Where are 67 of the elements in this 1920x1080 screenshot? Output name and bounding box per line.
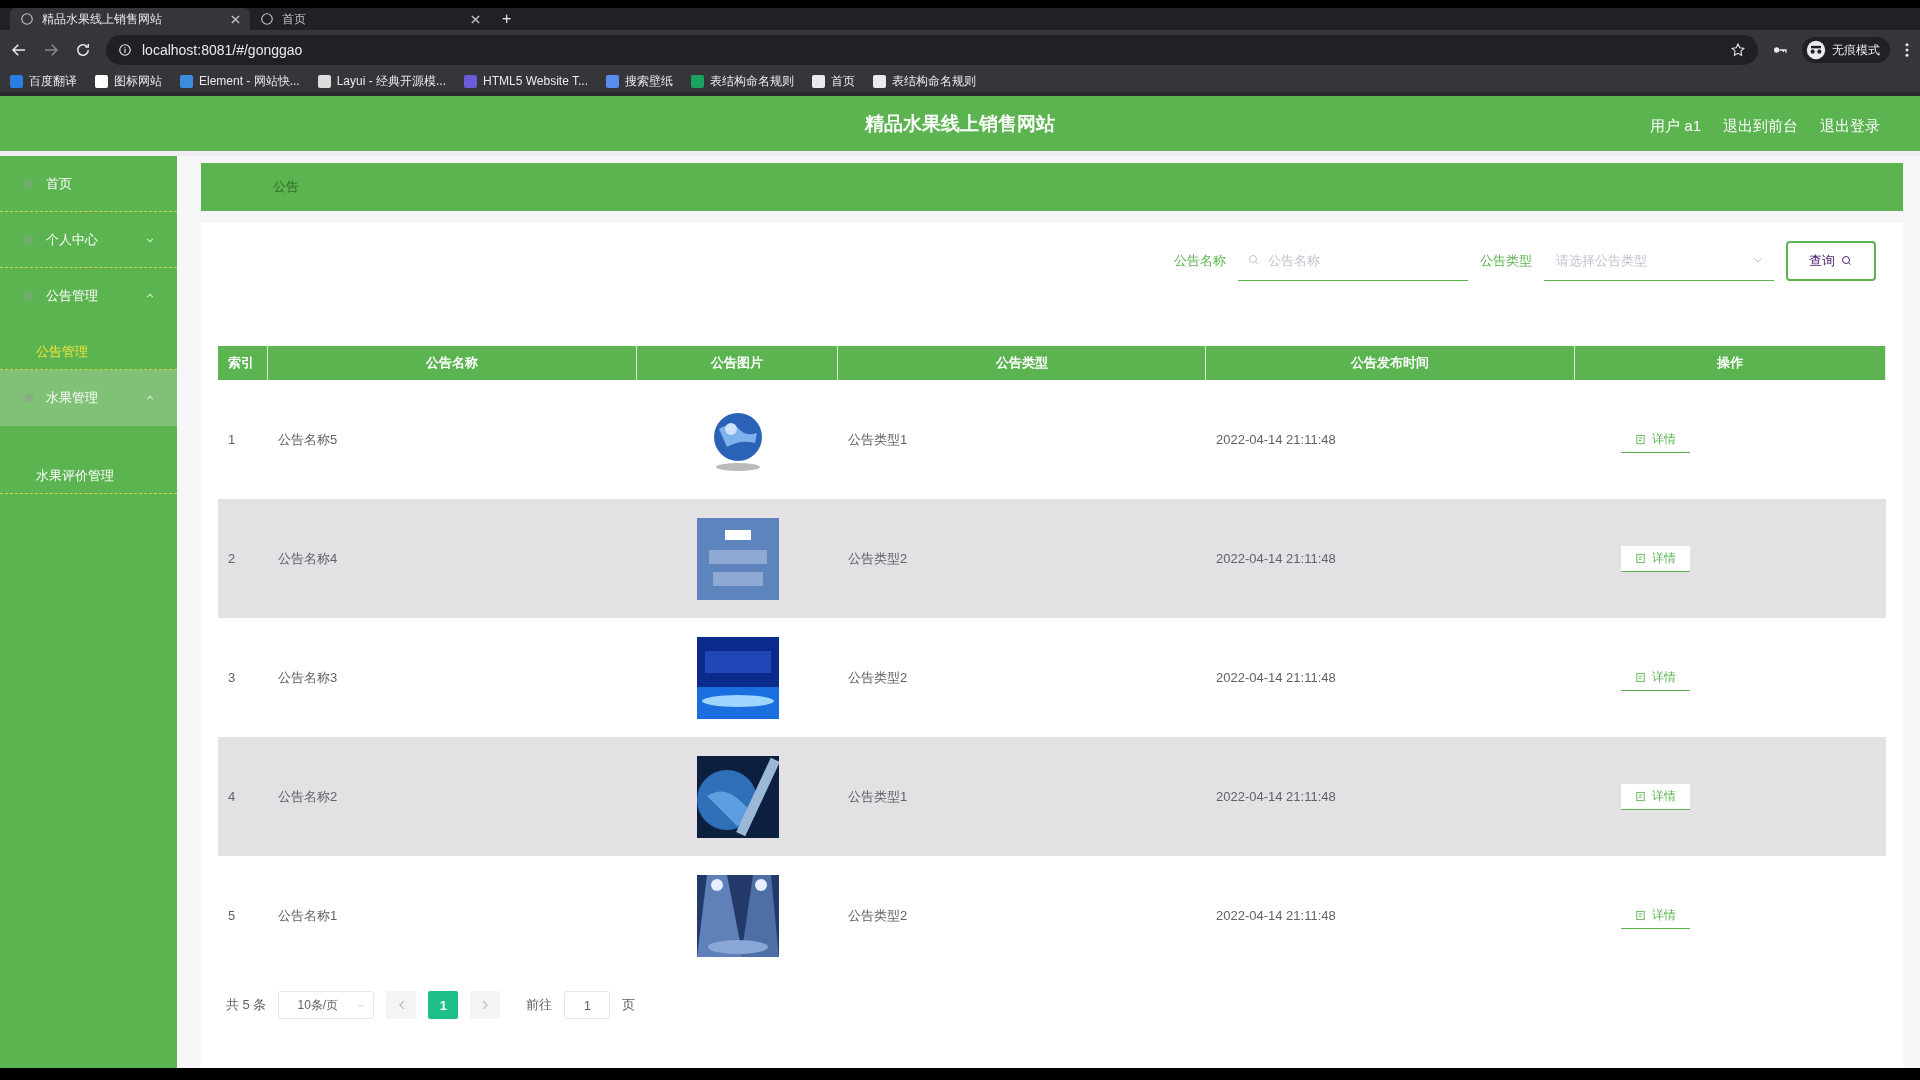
document-icon — [1635, 790, 1646, 802]
bookmark[interactable]: Element - 网站快... — [180, 72, 300, 90]
browser-tab[interactable]: 首页 — [250, 8, 490, 30]
back-icon — [10, 41, 28, 59]
page-size-select[interactable]: 10条/页 — [278, 991, 375, 1019]
bookmark[interactable]: HTML5 Website T... — [464, 74, 588, 88]
total-count: 共 5 条 — [226, 996, 267, 1014]
column-header: 操作 — [1575, 346, 1886, 380]
reload-icon — [74, 41, 92, 59]
goto-label: 前往 — [526, 996, 553, 1014]
bookmark-icon — [606, 74, 619, 88]
browser-tab[interactable]: 精品水果线上销售网站 — [10, 8, 250, 30]
table-cell: 2022-04-14 21:11:48 — [1206, 737, 1575, 856]
site-title: 精品水果线上销售网站 — [865, 111, 1055, 136]
bookmark-icon — [95, 74, 108, 88]
field-label: 公告名称 — [1174, 251, 1226, 270]
search-field[interactable]: 公告名称 — [1266, 251, 1458, 269]
bookmark-icon — [464, 74, 478, 88]
bookmark[interactable]: 表结构命名规则 — [873, 72, 976, 90]
profile-button[interactable]: 无痕模式 — [1802, 37, 1890, 63]
search-icon — [1841, 254, 1853, 267]
column-header: 公告类型 — [838, 346, 1206, 380]
chevron-icon — [145, 291, 155, 301]
page-suffix: 页 — [622, 996, 636, 1014]
chevron-right-icon — [481, 999, 489, 1010]
forward-icon — [42, 41, 60, 59]
bookmark[interactable]: 表结构命名规则 — [691, 72, 794, 90]
table-cell: 公告名称4 — [268, 499, 637, 618]
table-cell: 公告名称2 — [268, 737, 637, 856]
bookmark[interactable]: 搜索壁纸 — [606, 72, 673, 90]
bookmark-icon — [180, 74, 193, 88]
column-header: 公告图片 — [637, 346, 838, 380]
bookmark[interactable]: 百度翻译 — [10, 72, 77, 90]
query-button[interactable]: 查询 — [1786, 240, 1876, 281]
type-select[interactable]: 请选择公告类型 — [1554, 251, 1746, 269]
new-tab-button[interactable]: + — [490, 10, 524, 30]
bookmark-icon — [691, 74, 704, 88]
incognito-icon — [1806, 40, 1826, 60]
bookmark[interactable]: Layui - 经典开源模... — [317, 72, 447, 90]
column-header: 公告发布时间 — [1206, 346, 1575, 380]
bookmark-icon — [10, 74, 23, 88]
search-icon — [1248, 254, 1260, 266]
table-cell: 公告类型1 — [838, 737, 1206, 856]
document-icon — [1635, 671, 1646, 683]
table-cell: 4 — [218, 737, 268, 856]
document-icon — [1635, 433, 1646, 445]
info-icon — [118, 43, 132, 57]
page-input[interactable]: 1 — [564, 991, 611, 1019]
table-cell: 公告类型2 — [838, 499, 1206, 618]
document-icon — [1635, 909, 1646, 921]
table-cell: 2022-04-14 21:11:48 — [1206, 499, 1575, 618]
document-icon — [1635, 552, 1646, 564]
column-header: 公告名称 — [268, 346, 637, 380]
bookmark-icon — [317, 74, 331, 88]
chevron-left-icon — [397, 999, 405, 1010]
more-icon — [1904, 41, 1910, 59]
close-icon[interactable] — [231, 14, 240, 24]
bookmark-icon — [812, 74, 825, 88]
table-cell: 2 — [218, 499, 268, 618]
bookmark[interactable]: 首页 — [812, 72, 855, 90]
close-icon[interactable] — [471, 14, 480, 24]
bookmark-icon — [873, 74, 886, 88]
star-icon — [1730, 42, 1746, 58]
chevron-icon — [145, 393, 155, 403]
column-header: 索引 — [218, 346, 268, 380]
field-label: 公告类型 — [1480, 251, 1532, 270]
bookmark[interactable]: 图标网站 — [95, 72, 162, 90]
